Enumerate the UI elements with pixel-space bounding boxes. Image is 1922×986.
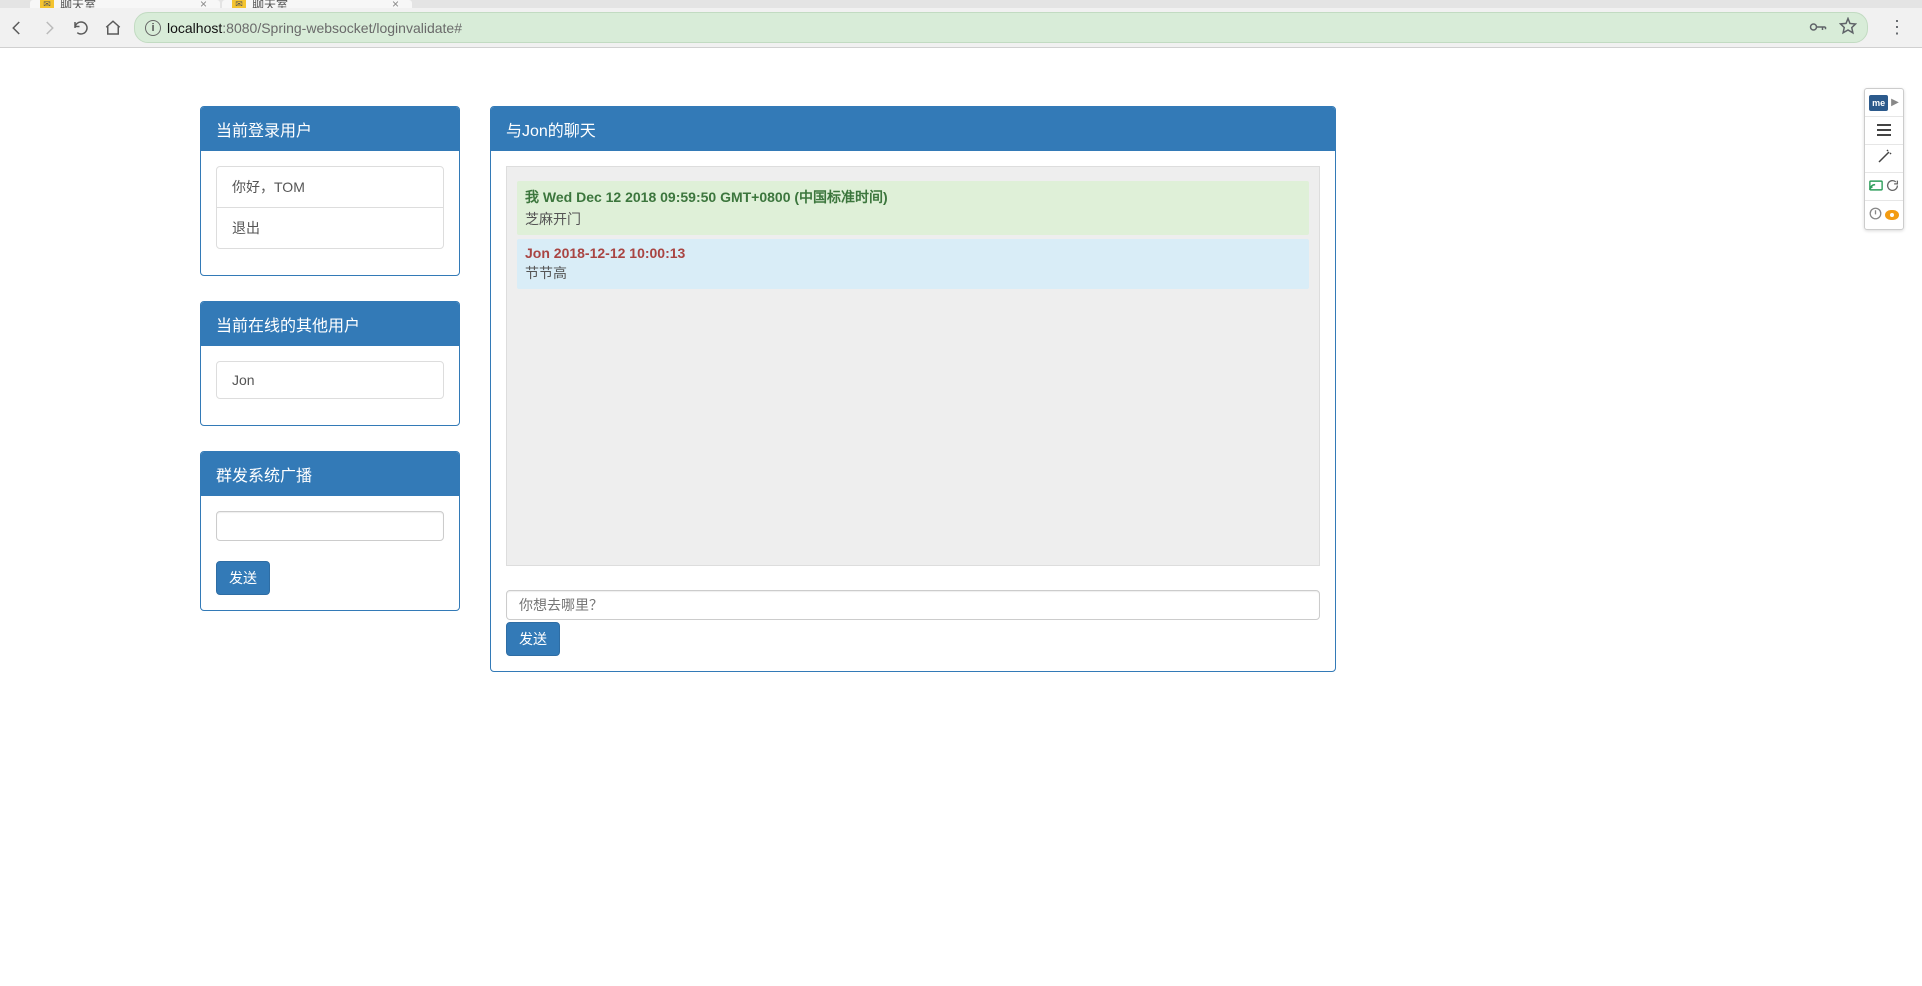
broadcast-panel: 群发系统广播 发送 xyxy=(200,451,460,611)
logout-button[interactable]: 退出 xyxy=(216,207,444,249)
message-body: 节节高 xyxy=(525,263,1301,283)
tab-bar: ✉ 聊天室 × ✉ 聊天室 × xyxy=(0,0,1922,8)
address-bar[interactable]: i localhost:8080/Spring-websocket/loginv… xyxy=(134,12,1868,43)
back-icon[interactable] xyxy=(8,19,26,37)
menu-icon[interactable]: ⋮ xyxy=(1880,17,1914,38)
chat-log[interactable]: 我 Wed Dec 12 2018 09:59:50 GMT+0800 (中国标… xyxy=(506,166,1320,566)
hamburger-icon xyxy=(1876,123,1892,139)
url-path: /Spring-websocket/loginvalidate# xyxy=(257,20,462,36)
chat-message-other: Jon 2018-12-12 10:00:13 节节高 xyxy=(517,239,1309,289)
tab-favicon-icon: ✉ xyxy=(40,0,54,8)
broadcast-send-button[interactable]: 发送 xyxy=(216,561,270,595)
me-badge-icon: me xyxy=(1869,95,1888,111)
star-icon[interactable] xyxy=(1839,17,1857,38)
sidebar: 当前登录用户 你好，TOM 退出 当前在线的其他用户 Jon 群发系统广播 发送 xyxy=(200,106,460,672)
main: 与Jon的聊天 我 Wed Dec 12 2018 09:59:50 GMT+0… xyxy=(490,106,1336,672)
browser-chrome: ✉ 聊天室 × ✉ 聊天室 × i loc xyxy=(0,0,1922,48)
chat-title: 与Jon的聊天 xyxy=(491,107,1335,151)
addr-right xyxy=(1809,17,1857,38)
url-text: localhost:8080/Spring-websocket/loginval… xyxy=(167,20,1803,36)
online-users-panel: 当前在线的其他用户 Jon xyxy=(200,301,460,426)
toolbar-menu-button[interactable] xyxy=(1865,117,1903,145)
toolbar-wand-button[interactable] xyxy=(1865,145,1903,173)
online-user-item[interactable]: Jon xyxy=(216,361,444,399)
nav-icons xyxy=(8,19,122,37)
url-port: :8080 xyxy=(222,20,257,36)
info-icon[interactable]: i xyxy=(145,20,161,36)
refresh-icon[interactable] xyxy=(1886,179,1899,195)
page: 当前登录用户 你好，TOM 退出 当前在线的其他用户 Jon 群发系统广播 发送… xyxy=(200,48,1922,682)
close-icon[interactable]: × xyxy=(389,0,402,8)
browser-tab[interactable]: ✉ 聊天室 × xyxy=(222,0,412,8)
browser-tab[interactable]: ✉ 聊天室 × xyxy=(30,0,220,8)
tab-favicon-icon: ✉ xyxy=(232,0,246,8)
message-header: 我 Wed Dec 12 2018 09:59:50 GMT+0800 (中国标… xyxy=(525,187,1301,207)
close-icon[interactable]: × xyxy=(197,0,210,8)
cast-icon[interactable] xyxy=(1869,180,1883,194)
tab-title: 聊天室 xyxy=(252,0,383,8)
chat-input-row: 发送 xyxy=(506,590,1320,656)
home-icon[interactable] xyxy=(104,19,122,37)
reload-icon[interactable] xyxy=(72,19,90,37)
current-user-panel: 当前登录用户 你好，TOM 退出 xyxy=(200,106,460,276)
toolbar-cast-row xyxy=(1865,173,1903,201)
alert-icon[interactable] xyxy=(1869,207,1882,223)
chat-message-me: 我 Wed Dec 12 2018 09:59:50 GMT+0800 (中国标… xyxy=(517,181,1309,235)
nav-bar: i localhost:8080/Spring-websocket/loginv… xyxy=(0,8,1922,47)
toolbar-me-button[interactable]: me ▶ xyxy=(1865,89,1903,117)
broadcast-input[interactable] xyxy=(216,511,444,541)
play-icon: ▶ xyxy=(1891,97,1899,108)
chat-send-button[interactable]: 发送 xyxy=(506,622,560,656)
toolbar-alert-row xyxy=(1865,201,1903,229)
forward-icon[interactable] xyxy=(40,19,58,37)
tab-title: 聊天室 xyxy=(60,0,191,8)
greeting-text: 你好，TOM xyxy=(216,166,444,208)
chat-input[interactable] xyxy=(506,590,1320,620)
chat-panel: 与Jon的聊天 我 Wed Dec 12 2018 09:59:50 GMT+0… xyxy=(490,106,1336,672)
message-header: Jon 2018-12-12 10:00:13 xyxy=(525,245,1301,261)
magic-wand-icon xyxy=(1876,149,1892,168)
panel-title: 群发系统广播 xyxy=(201,452,459,496)
float-toolbar: me ▶ xyxy=(1864,88,1904,230)
eye-icon[interactable] xyxy=(1885,210,1899,220)
panel-title: 当前在线的其他用户 xyxy=(201,302,459,346)
url-host: localhost xyxy=(167,20,222,36)
panel-title: 当前登录用户 xyxy=(201,107,459,151)
key-icon[interactable] xyxy=(1809,20,1827,36)
message-body: 芝麻开门 xyxy=(525,209,1301,229)
